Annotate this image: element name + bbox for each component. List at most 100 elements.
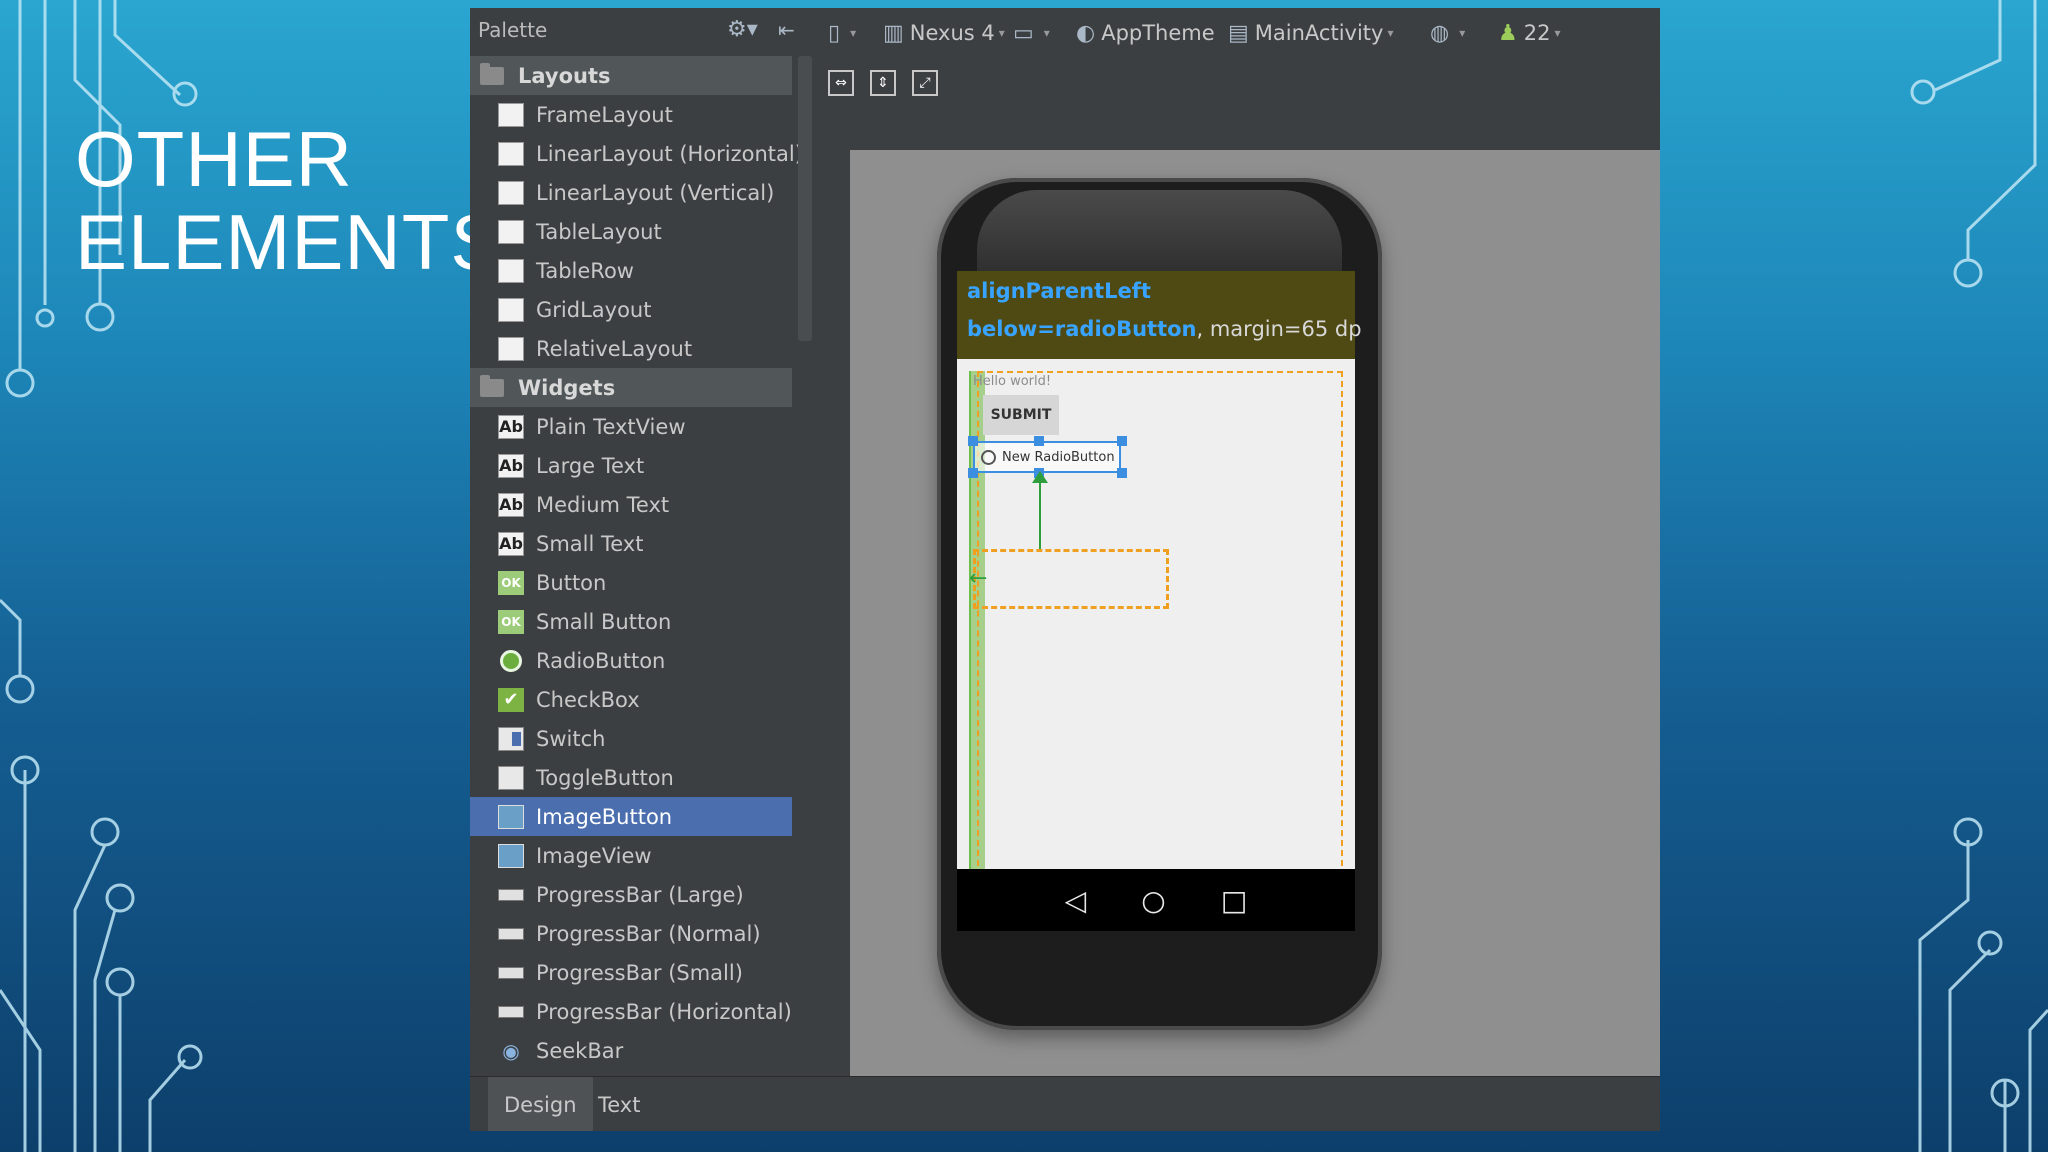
palette-item[interactable]: ImageButton	[470, 797, 792, 836]
palette-item[interactable]: Ab Large Text	[470, 446, 792, 485]
design-canvas: alignParentLeft below=radioButton, margi…	[850, 150, 1660, 1080]
palette-item[interactable]: Switch	[470, 719, 792, 758]
device-select[interactable]: ▥ Nexus 4 ▾	[883, 8, 1005, 58]
palette-item-label: CheckBox	[536, 687, 640, 712]
palette-item[interactable]: RadioButton	[470, 641, 792, 680]
palette-item-label: Button	[536, 570, 607, 595]
text-icon: Ab	[498, 414, 524, 439]
palette-item[interactable]: ProgressBar (Horizontal)	[470, 992, 792, 1031]
palette-item[interactable]: Ab Plain TextView	[470, 407, 792, 446]
palette-item-label: RadioButton	[536, 648, 666, 673]
palette-item[interactable]: OK Button	[470, 563, 792, 602]
resize-handle[interactable]	[1034, 436, 1044, 446]
activity-select[interactable]: ▤ MainActivity ▾	[1228, 8, 1394, 58]
tab-text[interactable]: Text	[582, 1077, 656, 1131]
resize-handle[interactable]	[1117, 468, 1127, 478]
relative-layout-icon	[498, 336, 524, 361]
back-icon[interactable]: ◁	[1065, 884, 1087, 917]
palette-item[interactable]: TableRow	[470, 251, 792, 290]
palette-item[interactable]: LinearLayout (Vertical)	[470, 173, 792, 212]
theme-select[interactable]: ◐ AppTheme	[1076, 8, 1215, 58]
pin-icon[interactable]: ⇤	[778, 8, 795, 52]
palette-item-label: RelativeLayout	[536, 336, 693, 361]
palette-item[interactable]: ToggleButton	[470, 758, 792, 797]
palette-item[interactable]: ProgressBar (Normal)	[470, 914, 792, 953]
hint-attr: below=radioButton	[967, 317, 1197, 341]
palette-category-label: Widgets	[518, 375, 616, 400]
palette-item[interactable]: ImageView	[470, 836, 792, 875]
config-icon: ▭	[1013, 20, 1034, 46]
palette-item-label: ImageView	[536, 843, 652, 868]
editor-bottom-tabs: Design Text	[470, 1076, 1660, 1131]
designer-toolbar-secondary: ⇔ ⇕ ⤢	[818, 60, 1660, 106]
palette-item-label: ToggleButton	[536, 765, 674, 790]
home-icon[interactable]: ○	[1141, 884, 1165, 917]
slide-title-line1: OTHER	[75, 115, 353, 203]
palette-item[interactable]: TableLayout	[470, 212, 792, 251]
progress-bar-icon	[498, 966, 524, 979]
palette-item[interactable]: LinearLayout (Horizontal)	[470, 134, 803, 173]
palette-category-widgets[interactable]: Widgets	[470, 368, 792, 407]
slide-title: OTHER ELEMENTS	[75, 115, 502, 284]
palette-item-label: ProgressBar (Horizontal)	[536, 999, 792, 1024]
palette-item[interactable]: ◉ SeekBar	[470, 1031, 792, 1070]
android-navbar: ◁ ○ □	[957, 869, 1355, 931]
zoom-fit-icon[interactable]: ⤢	[912, 70, 938, 96]
folder-icon	[480, 62, 504, 85]
activity-label: MainActivity	[1254, 21, 1384, 45]
radio-circle-icon	[981, 449, 996, 465]
palette-item-label: Switch	[536, 726, 606, 751]
palette-item[interactable]: FrameLayout	[470, 95, 792, 134]
progress-bar-icon	[498, 888, 524, 901]
progress-bar-icon	[498, 1005, 524, 1018]
zoom-width-icon[interactable]: ⇔	[828, 70, 854, 96]
resize-handle[interactable]	[968, 436, 978, 446]
palette-item[interactable]: RelativeLayout	[470, 329, 792, 368]
palette-item-label: LinearLayout (Horizontal)	[536, 141, 803, 166]
palette-item-label: Small Text	[536, 531, 644, 556]
gear-icon[interactable]: ⚙▾	[727, 8, 758, 52]
image-button-icon	[498, 804, 524, 829]
api-level-select[interactable]: ♟ 22 ▾	[1498, 8, 1561, 58]
palette-item[interactable]: GridLayout	[470, 290, 792, 329]
palette-item[interactable]: Ab Small Text	[470, 524, 792, 563]
device-orientation-button[interactable]: ▯ ▾	[828, 8, 856, 58]
drop-target-box	[973, 549, 1169, 609]
palette-item[interactable]: OK Small Button	[470, 602, 792, 641]
layout-hint-overlay: alignParentLeft below=radioButton, margi…	[957, 271, 1362, 359]
android-icon: ♟	[1498, 20, 1518, 46]
palette-item[interactable]: ProgressBar (Large)	[470, 875, 792, 914]
palette-header: Palette ⚙▾ ⇤	[470, 8, 818, 52]
palette-category-layouts[interactable]: Layouts	[470, 56, 792, 95]
tab-design[interactable]: Design	[488, 1077, 593, 1131]
zoom-height-icon[interactable]: ⇕	[870, 70, 896, 96]
phone-icon: ▯	[828, 20, 841, 46]
palette-item-label: TableRow	[536, 258, 634, 283]
palette-title: Palette	[478, 18, 548, 42]
radio-button-widget[interactable]: New RadioButton	[973, 441, 1121, 473]
recents-icon[interactable]: □	[1221, 884, 1247, 917]
hello-textview[interactable]: Hello world!	[973, 374, 1051, 389]
hint-rest: , margin=65 dp	[1196, 317, 1362, 341]
linear-layout-horizontal-icon	[498, 141, 524, 166]
submit-button[interactable]: SUBMIT	[983, 395, 1059, 435]
palette-item[interactable]: ✔ CheckBox	[470, 680, 792, 719]
palette-item-label: ProgressBar (Small)	[536, 960, 743, 985]
resize-handle[interactable]	[1117, 436, 1127, 446]
locale-select[interactable]: ◍ ▾	[1430, 8, 1465, 58]
folder-icon	[480, 374, 504, 397]
palette-category-label: Layouts	[518, 63, 611, 88]
linear-layout-vertical-icon	[498, 180, 524, 205]
palette-item-label: SeekBar	[536, 1038, 624, 1063]
resize-handle[interactable]	[968, 468, 978, 478]
api-level-label: 22	[1523, 21, 1551, 45]
palette-item[interactable]: Ab Medium Text	[470, 485, 792, 524]
button-icon: OK	[498, 570, 524, 595]
config-select[interactable]: ▭ ▾	[1013, 8, 1050, 58]
text-icon: Ab	[498, 531, 524, 556]
seekbar-icon: ◉	[502, 1038, 520, 1063]
table-layout-icon	[498, 219, 524, 244]
palette-item[interactable]: ProgressBar (Small)	[470, 953, 792, 992]
palette-scrollbar[interactable]	[798, 56, 812, 341]
checkbox-icon: ✔	[498, 687, 524, 712]
